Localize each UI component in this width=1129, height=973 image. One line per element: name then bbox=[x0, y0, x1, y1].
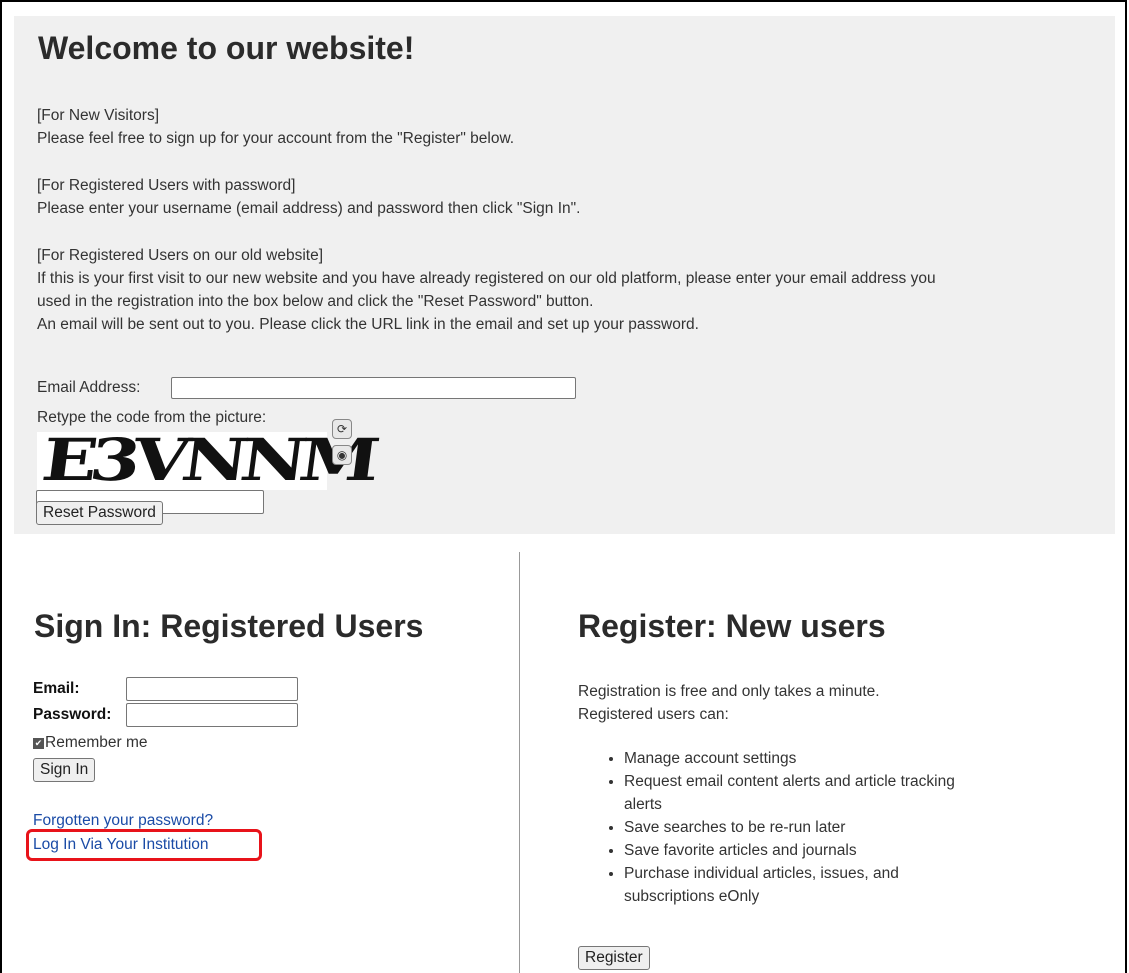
welcome-panel: Welcome to our website! [For New Visitor… bbox=[14, 16, 1115, 534]
new-visitors-text: Please feel free to sign up for your acc… bbox=[37, 130, 515, 147]
signin-password-input[interactable] bbox=[126, 703, 298, 727]
old-site-text-2: used in the registration into the box be… bbox=[37, 293, 594, 310]
list-item: Save searches to be re-run later bbox=[624, 816, 984, 839]
register-button[interactable]: Register bbox=[578, 946, 650, 970]
old-site-text-1: If this is your first visit to our new w… bbox=[37, 270, 936, 287]
highlight-box bbox=[26, 829, 262, 861]
register-intro-2: Registered users can: bbox=[578, 706, 729, 723]
signin-email-label: Email: bbox=[33, 680, 80, 697]
registered-users-section: [For Registered Users with password] Ple… bbox=[37, 174, 580, 220]
signin-password-label: Password: bbox=[33, 706, 112, 723]
new-visitors-section: [For New Visitors] Please feel free to s… bbox=[37, 104, 514, 150]
list-item: Manage account settings bbox=[624, 747, 984, 770]
captcha-label: Retype the code from the picture: bbox=[37, 409, 267, 426]
signin-button[interactable]: Sign In bbox=[33, 758, 96, 782]
list-item: Purchase individual articles, issues, an… bbox=[624, 862, 984, 908]
signin-email-input[interactable] bbox=[126, 677, 298, 701]
old-site-text-3: An email will be sent out to you. Please… bbox=[37, 316, 699, 333]
reset-password-button[interactable]: Reset Password bbox=[36, 501, 163, 525]
reset-email-input[interactable] bbox=[171, 377, 576, 399]
column-divider bbox=[519, 552, 520, 973]
captcha-image: E3VNNM bbox=[37, 426, 377, 494]
reset-email-row: Email Address: bbox=[37, 377, 576, 399]
remember-me-row: ✔ Remember me bbox=[33, 734, 148, 752]
signin-title: Sign In: Registered Users bbox=[34, 608, 424, 644]
captcha-refresh-icon[interactable]: ⟳ bbox=[332, 419, 352, 439]
register-intro: Registration is free and only takes a mi… bbox=[578, 680, 880, 726]
new-visitors-heading: [For New Visitors] bbox=[37, 107, 160, 124]
old-site-heading: [For Registered Users on our old website… bbox=[37, 247, 324, 264]
benefits-list: Manage account settings Request email co… bbox=[600, 747, 984, 908]
remember-me-checkbox[interactable]: ✔ bbox=[33, 738, 44, 749]
registered-text: Please enter your username (email addres… bbox=[37, 200, 581, 217]
registered-heading: [For Registered Users with password] bbox=[37, 177, 296, 194]
reset-email-label: Email Address: bbox=[37, 379, 141, 396]
welcome-title: Welcome to our website! bbox=[38, 30, 415, 66]
register-title: Register: New users bbox=[578, 608, 886, 644]
list-item: Request email content alerts and article… bbox=[624, 770, 984, 816]
captcha-code: E3VNNM bbox=[38, 426, 377, 494]
list-item: Save favorite articles and journals bbox=[624, 839, 984, 862]
forgot-password-link[interactable]: Forgotten your password? bbox=[33, 812, 213, 830]
captcha-audio-icon[interactable]: ◉ bbox=[332, 445, 352, 465]
remember-me-label: Remember me bbox=[45, 734, 148, 751]
old-site-section: [For Registered Users on our old website… bbox=[37, 244, 936, 336]
register-intro-1: Registration is free and only takes a mi… bbox=[578, 683, 880, 700]
